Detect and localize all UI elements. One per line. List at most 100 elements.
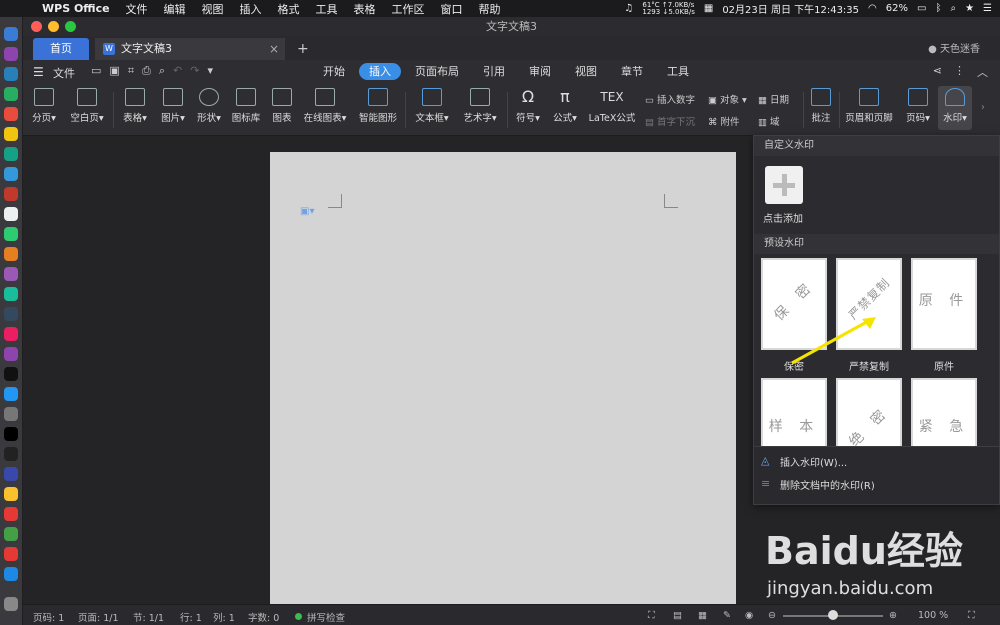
minimize-window-button[interactable]: [48, 21, 59, 32]
app-icon[interactable]: [4, 487, 18, 501]
tab-start[interactable]: 开始: [313, 63, 355, 80]
customize-dropdown-icon[interactable]: ▾: [207, 64, 213, 78]
table-button[interactable]: 表格▾: [119, 88, 151, 124]
wps-icon[interactable]: [4, 547, 18, 561]
user-account[interactable]: ● 天色迷香: [928, 40, 980, 55]
latex-formula-button[interactable]: TEX LaTeX公式: [587, 88, 637, 124]
app-icon[interactable]: [4, 507, 18, 521]
online-chart-button[interactable]: 在线图表▾: [301, 88, 349, 124]
header-footer-button[interactable]: 页眉和页脚: [843, 88, 895, 124]
vpn-icon[interactable]: [4, 467, 18, 481]
battery-icon[interactable]: ▭: [917, 3, 926, 14]
comment-button[interactable]: 批注: [807, 88, 835, 124]
music-app-icon[interactable]: [4, 327, 18, 341]
terminal-icon[interactable]: [4, 427, 18, 441]
menu-insert[interactable]: 插入: [240, 1, 262, 17]
status-word-count[interactable]: 字数: 0: [248, 610, 279, 624]
menu-workspace[interactable]: 工作区: [392, 1, 425, 17]
menu-edit[interactable]: 编辑: [164, 1, 186, 17]
app-icon[interactable]: [4, 127, 18, 141]
eye-protection-icon[interactable]: ◉: [745, 610, 753, 621]
tab-tools[interactable]: 工具: [657, 63, 699, 80]
page-number-button[interactable]: 页码▾: [900, 88, 936, 124]
print-preview-icon[interactable]: ⌕: [159, 64, 165, 78]
app-icon[interactable]: [4, 147, 18, 161]
app-icon[interactable]: [4, 307, 18, 321]
status-section[interactable]: 节: 1/1: [133, 610, 164, 624]
tab-view[interactable]: 视图: [565, 63, 607, 80]
undo-icon[interactable]: ↶: [173, 64, 182, 78]
redo-icon[interactable]: ↷: [190, 64, 199, 78]
app-icon[interactable]: [4, 267, 18, 281]
app-icon[interactable]: [4, 107, 18, 121]
menu-help[interactable]: 帮助: [479, 1, 501, 17]
web-view-icon[interactable]: ▦: [698, 610, 707, 621]
appstore-icon[interactable]: [4, 387, 18, 401]
add-watermark-button[interactable]: [765, 166, 803, 204]
symbol-button[interactable]: Ω 符号▾: [513, 88, 543, 125]
status-pages[interactable]: 页面: 1/1: [78, 610, 119, 624]
battery-percent[interactable]: 62%: [886, 3, 908, 14]
collapse-ribbon-icon[interactable]: ︿: [977, 64, 988, 80]
safari-icon[interactable]: [4, 67, 18, 81]
close-window-button[interactable]: [31, 21, 42, 32]
status-page[interactable]: 页码: 1: [33, 610, 64, 624]
wordart-button[interactable]: 艺术字▾: [459, 88, 501, 124]
insert-watermark-item[interactable]: 插入水印(W)...: [780, 454, 847, 469]
app-icon[interactable]: [4, 247, 18, 261]
formula-button[interactable]: π 公式▾: [550, 88, 580, 125]
remove-watermark-item[interactable]: 删除文档中的水印(R): [780, 477, 875, 492]
zoom-level[interactable]: 100 %: [918, 610, 948, 621]
page-break-button[interactable]: 分页▾: [29, 88, 59, 124]
new-tab-button[interactable]: +: [297, 38, 309, 60]
music-icon[interactable]: ♫: [624, 3, 633, 14]
picture-button[interactable]: 图片▾: [157, 88, 189, 124]
page-view-icon[interactable]: ▤: [673, 610, 682, 621]
tab-review[interactable]: 审阅: [519, 63, 561, 80]
hamburger-menu-icon[interactable]: ☰: [33, 65, 44, 79]
menu-format[interactable]: 格式: [278, 1, 300, 17]
open-folder-icon[interactable]: ▭: [91, 64, 101, 78]
fullscreen-icon[interactable]: ⛶: [968, 610, 975, 621]
spell-check-button[interactable]: 拼写检查: [307, 610, 345, 624]
app-icon[interactable]: [4, 167, 18, 181]
app-name[interactable]: WPS Office: [42, 2, 110, 15]
wifi-icon[interactable]: ◠: [868, 3, 877, 14]
icon-library-button[interactable]: 图标库: [230, 88, 262, 124]
format-painter-icon[interactable]: ⌗: [128, 64, 134, 78]
watermark-button[interactable]: 水印▾: [938, 86, 972, 130]
launchpad-icon[interactable]: [4, 47, 18, 61]
menu-window[interactable]: 窗口: [441, 1, 463, 17]
tab-page-layout[interactable]: 页面布局: [405, 63, 469, 80]
messages-icon[interactable]: [4, 87, 18, 101]
tv-icon[interactable]: [4, 367, 18, 381]
close-tab-icon[interactable]: ×: [269, 38, 279, 60]
attachment-button[interactable]: ⌘ 附件: [708, 114, 740, 128]
menu-view[interactable]: 视图: [202, 1, 224, 17]
smart-shape-button[interactable]: 智能图形: [357, 88, 399, 124]
app-icon[interactable]: [4, 447, 18, 461]
app-icon[interactable]: [4, 287, 18, 301]
app-icon[interactable]: [4, 227, 18, 241]
podcast-icon[interactable]: [4, 347, 18, 361]
more-icon[interactable]: ⋮: [954, 64, 965, 80]
field-button[interactable]: ▥ 域: [758, 114, 780, 128]
save-icon[interactable]: ▣: [109, 64, 119, 78]
object-button[interactable]: ▣ 对象 ▾: [708, 92, 747, 106]
status-column[interactable]: 列: 1: [213, 610, 235, 624]
print-icon[interactable]: ⎙: [142, 64, 151, 78]
calendar-app-icon[interactable]: [4, 207, 18, 221]
fit-page-icon[interactable]: ⛶: [648, 610, 655, 621]
tab-document[interactable]: W 文字文稿3 ×: [95, 38, 285, 60]
app-icon[interactable]: [4, 567, 18, 581]
textbox-button[interactable]: 文本框▾: [411, 88, 453, 124]
tab-chapter[interactable]: 章节: [611, 63, 653, 80]
menu-list-icon[interactable]: ☰: [983, 3, 992, 14]
app-icon[interactable]: [4, 187, 18, 201]
tab-home[interactable]: 首页: [33, 38, 89, 60]
bluetooth-icon[interactable]: ᛒ: [935, 3, 941, 14]
ribbon-scroll-right-icon[interactable]: ›: [981, 102, 985, 113]
clock-datetime[interactable]: 02月23日 周日 下午12:43:35: [722, 1, 859, 16]
zoom-out-icon[interactable]: ⊖: [768, 610, 776, 621]
tab-references[interactable]: 引用: [473, 63, 515, 80]
